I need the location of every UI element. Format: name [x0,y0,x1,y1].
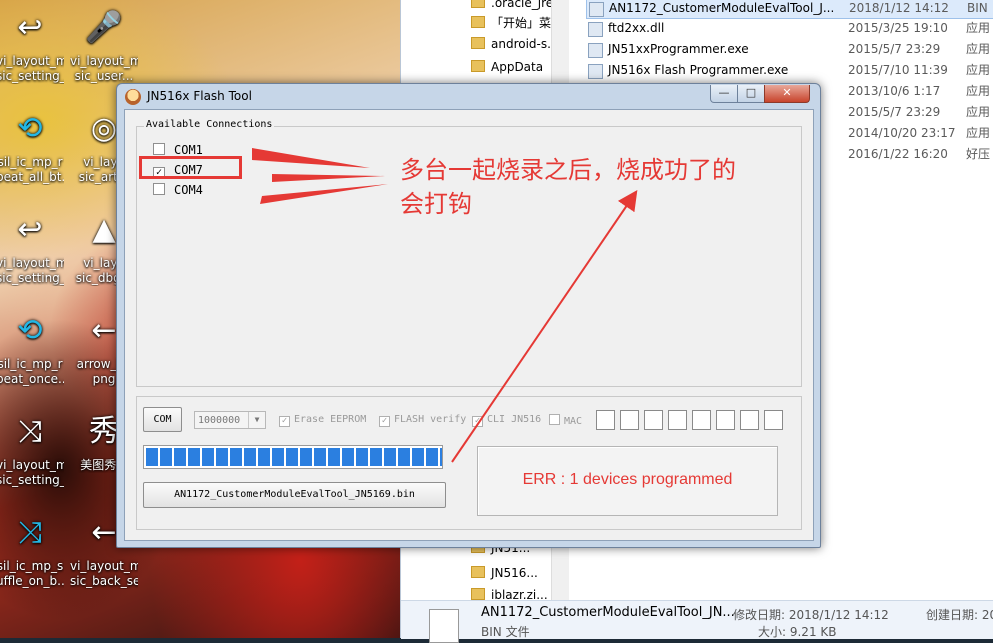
annotation-text: 多台一起烧录之后，烧成功了的 会打钩 [400,153,820,221]
annotation-line-1: 多台一起烧录之后，烧成功了的 [400,156,736,184]
annotation-arrows [252,148,638,463]
arrow-1 [252,148,370,168]
arrow-4 [451,190,638,463]
arrow-2 [272,174,385,182]
annotation-line-2: 会打钩 [400,190,472,218]
arrow-3 [260,184,388,204]
